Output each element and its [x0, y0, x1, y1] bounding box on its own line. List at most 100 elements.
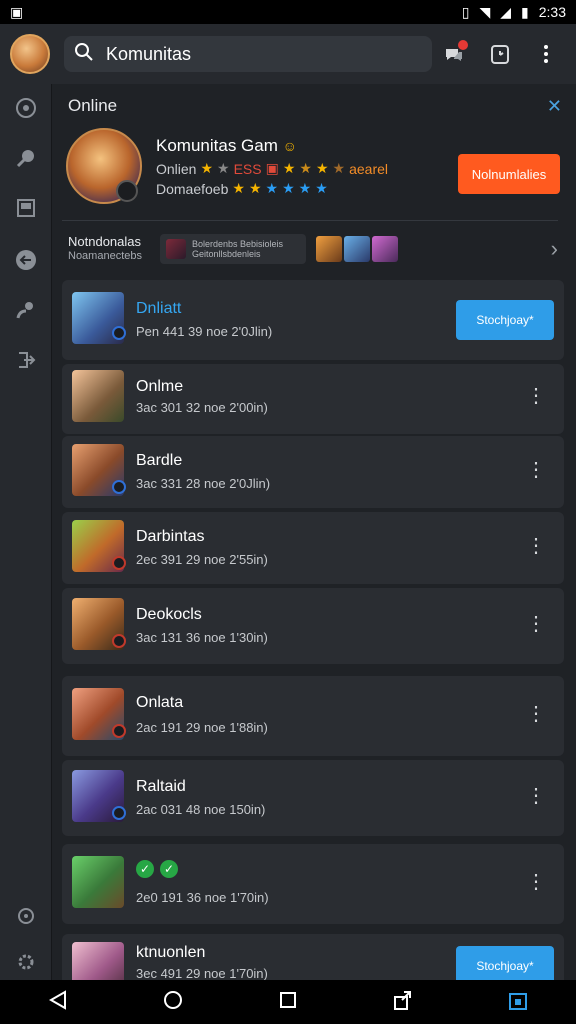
- card-meta: 2ec 391 29 noe 2'55in): [136, 552, 268, 567]
- card-name: Raltaid: [136, 778, 186, 795]
- signal-icon: ◢: [500, 3, 512, 20]
- notification-badge: [458, 40, 468, 50]
- featured-badges-line: Domaefoeb ★ ★ ★ ★ ★ ★: [156, 180, 328, 197]
- back-triangle-icon[interactable]: [47, 989, 69, 1016]
- check-icon: ✓: [160, 860, 178, 878]
- star-icon: ★: [265, 180, 279, 196]
- chevron-right-icon[interactable]: ›: [551, 236, 558, 262]
- card-name: Darbintas: [136, 528, 205, 545]
- more-vert-icon[interactable]: ⋮: [526, 460, 546, 480]
- card-action-button[interactable]: Stochjoay*: [456, 300, 554, 340]
- thumbnail[interactable]: [316, 236, 342, 262]
- wifi-icon: ◥: [479, 3, 491, 20]
- system-nav-bar: [0, 980, 576, 1024]
- notifications-icon[interactable]: [442, 40, 468, 66]
- status-bar: ▣ ▯ ◥ ◢ ▮ 2:33: [0, 0, 576, 24]
- star-icon: ★: [282, 160, 296, 176]
- featured-name: Komunitas Gam ☺: [156, 136, 297, 155]
- clock-text: 2:33: [538, 4, 566, 20]
- share-icon[interactable]: [392, 989, 414, 1016]
- exit-icon[interactable]: [14, 348, 38, 372]
- card-meta: 3ac 131 36 noe 1'30in): [136, 630, 268, 645]
- star-icon: ★: [332, 160, 346, 176]
- list-item[interactable]: Onlme 3ac 301 32 noe 2'00in) ⋮: [62, 364, 564, 434]
- app-bar: Komunitas: [0, 24, 576, 84]
- profile-avatar[interactable]: [10, 34, 50, 74]
- gallery-icon: ▣: [10, 3, 24, 20]
- star-icon: ★: [217, 160, 230, 176]
- card-name: Bardle: [136, 452, 183, 469]
- more-menu-icon[interactable]: [534, 42, 558, 66]
- vibrate-icon: ▯: [461, 3, 470, 20]
- search-icon[interactable]: [14, 146, 38, 170]
- document-icon[interactable]: [14, 196, 38, 220]
- back-circle-icon[interactable]: [14, 248, 38, 272]
- star-icon: ★: [282, 180, 295, 196]
- list-item[interactable]: Onlata 2ac 191 29 noe 1'88in) ⋮: [62, 676, 564, 756]
- more-vert-icon[interactable]: ⋮: [526, 704, 546, 724]
- list-item[interactable]: Darbintas 2ec 391 29 noe 2'55in) ⋮: [62, 512, 564, 584]
- chip-thumbnail: [166, 239, 186, 259]
- star-icon: ★: [200, 160, 214, 176]
- avatar: [72, 942, 124, 980]
- more-vert-icon[interactable]: ⋮: [526, 786, 546, 806]
- more-vert-icon[interactable]: ⋮: [526, 386, 546, 406]
- list-item[interactable]: Raltaid 2ac 031 48 noe 150in) ⋮: [62, 760, 564, 836]
- search-input[interactable]: Komunitas: [106, 44, 191, 65]
- list-item[interactable]: Dnliatt Pen 441 39 noe 2'0Jlin) Stochjoa…: [62, 280, 564, 360]
- featured-badge-icon: [116, 180, 138, 202]
- star-icon: ★: [232, 180, 245, 196]
- recents-square-icon[interactable]: [278, 990, 298, 1015]
- verified-badge-icon: [112, 326, 126, 340]
- people-icon[interactable]: [14, 298, 38, 322]
- card-meta: 2ac 031 48 noe 150in): [136, 802, 266, 817]
- section-title: Online: [68, 96, 118, 115]
- badge-icon: [112, 724, 126, 738]
- home-circle-icon[interactable]: [162, 989, 184, 1016]
- compass-icon[interactable]: [14, 96, 38, 120]
- list-item[interactable]: ✓ ✓ 2e0 191 36 noe 1'70in) ⋮: [62, 844, 564, 924]
- notifications-subtitle: Noamanectebs: [68, 250, 142, 262]
- featured-action-button[interactable]: Nolnumlalies: [458, 154, 560, 194]
- search-bar[interactable]: Komunitas: [64, 36, 432, 72]
- tag-icon: ▣: [265, 160, 279, 176]
- sidebar: [0, 84, 52, 980]
- settings-cog-icon[interactable]: [14, 904, 38, 928]
- notification-chip[interactable]: Bolerdenbs Bebisioleis Geitonllsbdenleis: [160, 234, 306, 264]
- card-meta: 3ac 301 32 noe 2'00in): [136, 400, 268, 415]
- avatar: [72, 370, 124, 422]
- divider: [62, 220, 558, 221]
- verified-badge-icon: [112, 806, 126, 820]
- list-item[interactable]: ktnuonlen 3ec 491 29 noe 1'70in) Stochjo…: [62, 934, 564, 980]
- avatar: [72, 856, 124, 908]
- more-vert-icon[interactable]: ⋮: [526, 536, 546, 556]
- timer-icon[interactable]: [488, 42, 512, 66]
- star-icon: ★: [315, 180, 328, 196]
- close-icon[interactable]: ✕: [547, 96, 562, 117]
- star-icon: ★: [299, 160, 312, 176]
- card-meta: 2ac 191 29 noe 1'88in): [136, 720, 268, 735]
- notification-thumbnails: [316, 236, 398, 262]
- more-vert-icon[interactable]: ⋮: [526, 614, 546, 634]
- card-action-button[interactable]: Stochjoay*: [456, 946, 554, 980]
- badge-icon: [112, 634, 126, 648]
- list-item[interactable]: Deokocls 3ac 131 36 noe 1'30in) ⋮: [62, 588, 564, 664]
- thumbnail[interactable]: [372, 236, 398, 262]
- verified-badge-icon: [112, 480, 126, 494]
- card-meta: 3ec 491 29 noe 1'70in): [136, 966, 268, 980]
- lock-icon[interactable]: [507, 989, 529, 1016]
- more-vert-icon[interactable]: ⋮: [526, 872, 546, 892]
- notifications-title: Notndonalas: [68, 234, 141, 249]
- list-item[interactable]: Bardle 3ac 331 28 noe 2'0Jlin) ⋮: [62, 436, 564, 508]
- card-name: ktnuonlen: [136, 944, 206, 961]
- smile-icon: ☺: [282, 138, 297, 154]
- card-meta: 3ac 331 28 noe 2'0Jlin): [136, 476, 271, 491]
- battery-icon: ▮: [521, 3, 529, 20]
- gear-icon[interactable]: [14, 950, 38, 974]
- thumbnail[interactable]: [344, 236, 370, 262]
- card-name: Onlme: [136, 378, 184, 395]
- star-icon: ★: [315, 160, 329, 176]
- card-name: Onlata: [136, 694, 184, 711]
- featured-rating-line: Onlien ★ ★ ESS ▣ ★ ★ ★ ★ aearel: [156, 160, 389, 177]
- main-content: Online ✕ Komunitas Gam ☺ Onlien ★ ★ ESS …: [52, 84, 576, 980]
